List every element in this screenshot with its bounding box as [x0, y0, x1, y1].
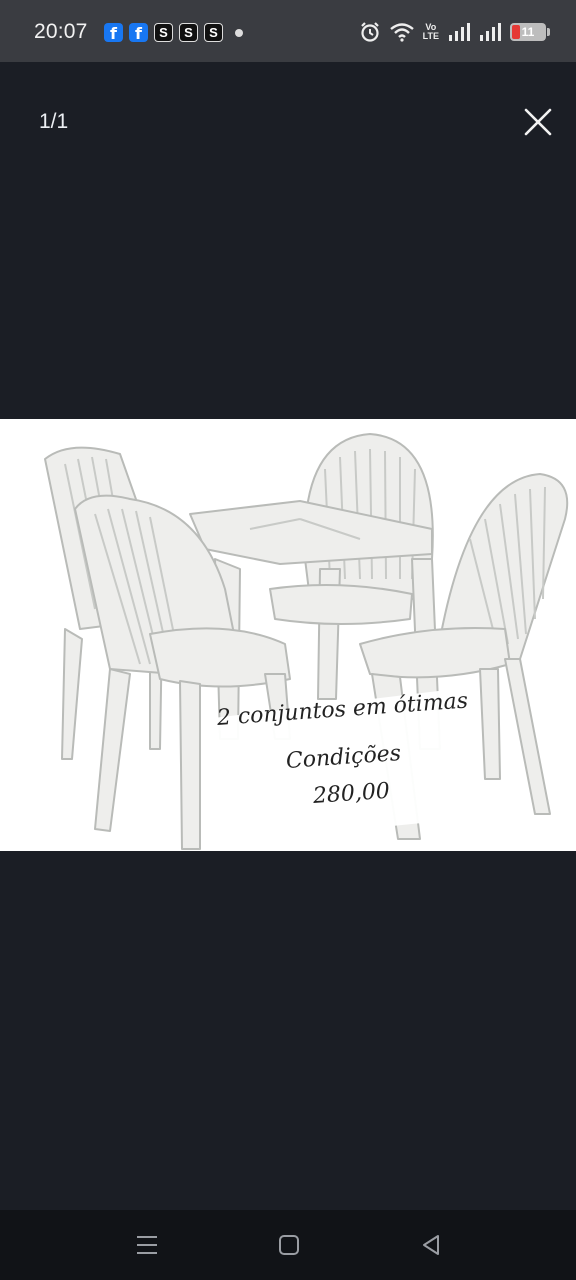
- battery-level: 11: [521, 25, 535, 39]
- s-app-icon: S: [204, 23, 223, 42]
- image-counter: 1/1: [39, 110, 69, 133]
- table-and-chairs-image: [44, 433, 569, 850]
- facebook-icon: f: [104, 23, 123, 42]
- s-app-icon: S: [179, 23, 198, 42]
- close-icon[interactable]: [520, 104, 556, 140]
- navigation-bar: [0, 1210, 576, 1280]
- menu-icon[interactable]: [133, 1232, 161, 1258]
- home-icon[interactable]: [275, 1232, 303, 1258]
- status-time: 20:07: [34, 20, 88, 43]
- battery-icon: 11: [510, 23, 550, 41]
- signal-strength-icon: [449, 23, 470, 41]
- back-icon[interactable]: [418, 1232, 446, 1258]
- notification-icons: f f S S S: [104, 23, 243, 42]
- status-bar: 20:07 f f S S S Vo LTE 11: [0, 0, 576, 62]
- listing-photo[interactable]: 2 conjuntos em ótimas Condições 280,00: [0, 419, 576, 851]
- alarm-icon: [360, 22, 379, 42]
- signal-strength-icon: [480, 23, 501, 41]
- facebook-icon: f: [129, 23, 148, 42]
- system-icons: Vo LTE 11: [359, 21, 550, 43]
- caption-price: 280,00: [312, 778, 391, 809]
- volte-icon: Vo LTE: [422, 22, 439, 41]
- battery-fill: [512, 25, 520, 39]
- s-app-icon: S: [154, 23, 173, 42]
- wifi-icon: [389, 23, 414, 42]
- more-notifications-dot-icon: [235, 28, 243, 37]
